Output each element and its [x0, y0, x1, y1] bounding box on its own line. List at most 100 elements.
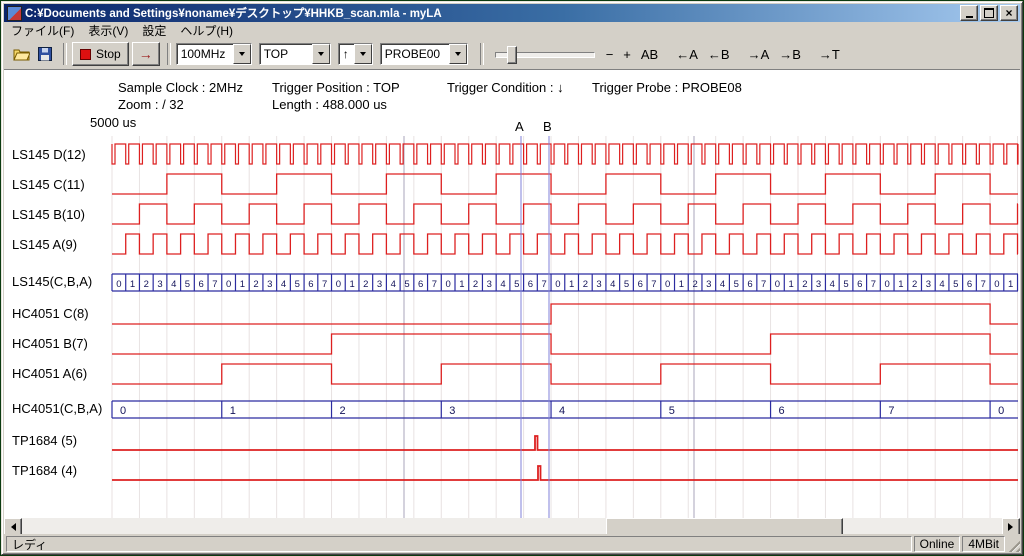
trigger-probe-select[interactable]: PROBE00 — [380, 43, 468, 65]
dropdown-button[interactable] — [354, 44, 372, 64]
signal-trace — [112, 436, 1018, 450]
bus-value: 5 — [295, 279, 300, 290]
ab-markers-button[interactable]: AB — [636, 45, 663, 64]
goto-marker-b-button[interactable]: ←B — [703, 45, 735, 64]
zoom-slider[interactable] — [495, 44, 595, 64]
horizontal-scrollbar[interactable] — [4, 518, 1020, 534]
zoom-slider-thumb[interactable] — [507, 46, 517, 64]
toolbar-separator — [167, 43, 171, 65]
bus-value: 3 — [596, 279, 601, 290]
bus-value: 3 — [377, 279, 382, 290]
bus-value: 1 — [1008, 279, 1013, 290]
dropdown-button[interactable] — [449, 44, 467, 64]
chevron-down-icon — [318, 52, 324, 59]
chevron-down-icon — [239, 52, 245, 59]
waveform-area: Sample Clock : 2MHz Trigger Position : T… — [4, 70, 1020, 534]
bus-value: 4 — [500, 279, 505, 290]
run-button[interactable]: → — [132, 42, 160, 66]
menu-view[interactable]: 表示(V) — [81, 21, 135, 40]
signal-trace — [112, 466, 1018, 480]
bus-value: 6 — [857, 279, 862, 290]
goto-trigger-button[interactable]: →T — [814, 45, 845, 64]
signal-trace — [112, 204, 1018, 224]
title-bar[interactable]: C:¥Documents and Settings¥noname¥デスクトップ¥… — [4, 4, 1020, 22]
bus-value: 0 — [775, 279, 780, 290]
sample-clock-select[interactable]: 100MHz — [176, 43, 252, 65]
dropdown-button[interactable] — [312, 44, 330, 64]
bus-value: 5 — [953, 279, 958, 290]
bus-value: 0 — [998, 405, 1004, 417]
app-icon — [7, 6, 22, 21]
stop-label: Stop — [96, 47, 121, 61]
status-memory: 4MBit — [962, 536, 1005, 552]
scrollbar-thumb[interactable] — [606, 518, 843, 534]
menu-help[interactable]: ヘルプ(H) — [173, 21, 240, 40]
bus-value: 4 — [559, 405, 565, 417]
bus-value: 7 — [322, 279, 327, 290]
zoom-out-button[interactable]: − — [601, 45, 619, 64]
scroll-left-button[interactable] — [4, 518, 22, 534]
bus-value: 0 — [445, 279, 450, 290]
status-ready: レディ — [6, 536, 912, 552]
toolbar: Stop → 100MHz TOP ↑ PROBE00 − + AB — [4, 39, 1020, 70]
bus-value: 3 — [816, 279, 821, 290]
trigger-probe-value: PROBE00 — [381, 47, 449, 61]
bus-value: 5 — [514, 279, 519, 290]
maximize-icon — [984, 8, 994, 18]
bus-value: 5 — [734, 279, 739, 290]
status-bar: レディ Online 4MBit — [4, 534, 1020, 552]
menu-bar: ファイル(F) 表示(V) 設定 ヘルプ(H) — [4, 22, 1020, 39]
bus-value: 2 — [340, 405, 346, 417]
triangle-left-icon — [7, 523, 16, 531]
next-marker-a-button[interactable]: →A — [743, 45, 775, 64]
run-arrow-icon: → — [139, 46, 153, 62]
maximize-button[interactable] — [980, 5, 998, 21]
bus-value: 4 — [610, 279, 615, 290]
stop-icon — [80, 49, 91, 60]
bus-value: 5 — [185, 279, 190, 290]
bus-value: 2 — [473, 279, 478, 290]
bus-value: 4 — [281, 279, 286, 290]
bus-value: 0 — [555, 279, 560, 290]
bus-value: 2 — [912, 279, 917, 290]
bus-value: 2 — [583, 279, 588, 290]
goto-marker-a-button[interactable]: ←A — [671, 45, 703, 64]
stop-button[interactable]: Stop — [72, 42, 129, 66]
menu-settings[interactable]: 設定 — [135, 21, 173, 40]
close-button[interactable]: × — [1000, 5, 1018, 21]
bus-value: 6 — [528, 279, 533, 290]
bus-value: 5 — [404, 279, 409, 290]
signal-trace — [112, 304, 1018, 324]
resize-grip[interactable] — [1007, 539, 1020, 552]
dropdown-button[interactable] — [233, 44, 251, 64]
open-button[interactable] — [10, 43, 32, 65]
bus-value: 7 — [871, 279, 876, 290]
bus-value: 1 — [569, 279, 574, 290]
trigger-position-select[interactable]: TOP — [259, 43, 331, 65]
bus-value: 0 — [226, 279, 231, 290]
sample-clock-value: 100MHz — [177, 47, 233, 61]
close-icon: × — [1005, 7, 1012, 19]
bus-value: 7 — [981, 279, 986, 290]
toolbar-separator — [480, 43, 484, 65]
bus-value: 6 — [638, 279, 643, 290]
bus-value: 0 — [120, 405, 126, 417]
scrollbar-track[interactable] — [22, 518, 1002, 534]
next-marker-b-button[interactable]: →B — [774, 45, 806, 64]
bus-value: 2 — [363, 279, 368, 290]
save-button[interactable] — [34, 43, 56, 65]
menu-file[interactable]: ファイル(F) — [4, 21, 81, 40]
zoom-in-button[interactable]: + — [618, 45, 636, 64]
bus-value: 3 — [487, 279, 492, 290]
scroll-right-button[interactable] — [1002, 518, 1020, 534]
chevron-down-icon — [360, 52, 366, 59]
signal-trace — [112, 334, 1018, 354]
signal-trace — [112, 144, 1018, 164]
bus-value: 7 — [542, 279, 547, 290]
bus-value: 4 — [391, 279, 396, 290]
bus-value: 7 — [888, 405, 894, 417]
trigger-edge-select[interactable]: ↑ — [338, 43, 373, 65]
minimize-button[interactable] — [960, 5, 978, 21]
bus-value: 6 — [418, 279, 423, 290]
save-floppy-icon — [38, 47, 52, 61]
